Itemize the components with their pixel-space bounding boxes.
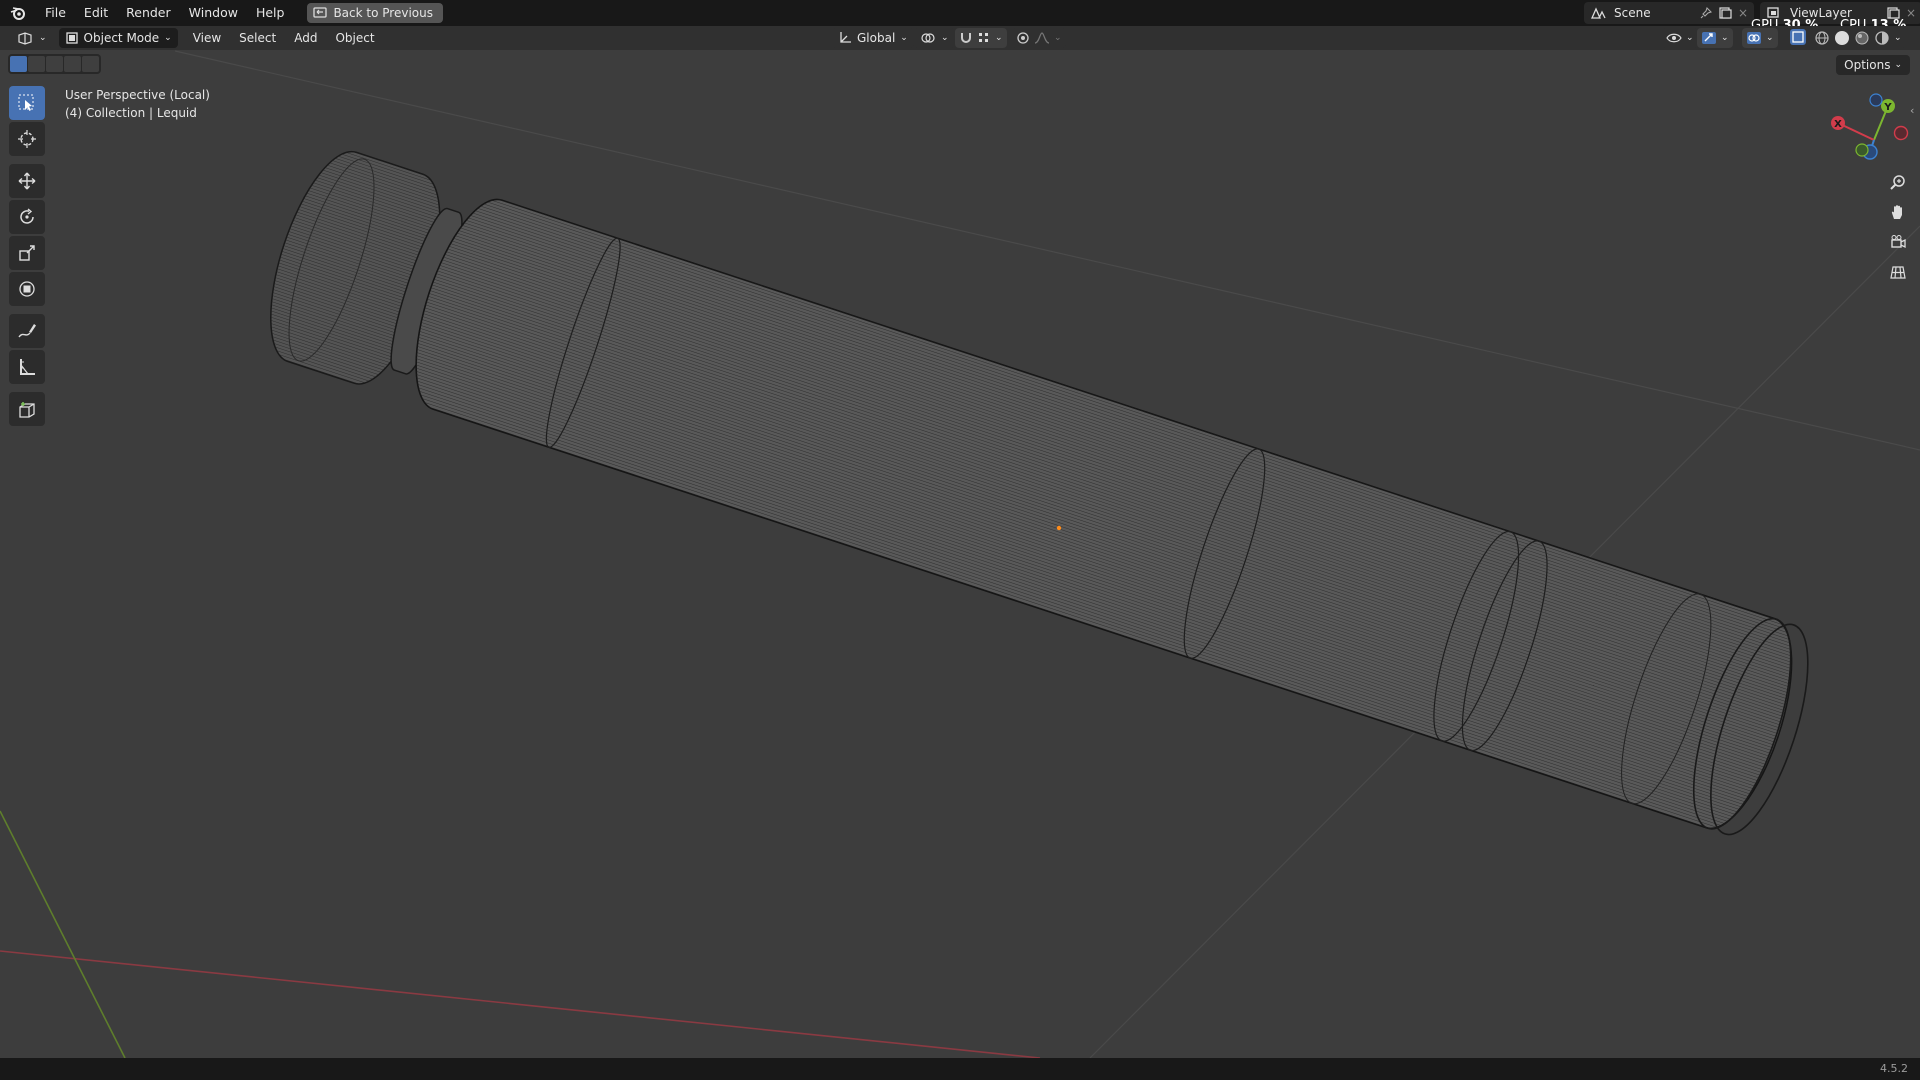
scale-tool[interactable] <box>9 236 45 270</box>
scene-name[interactable]: Scene <box>1614 6 1694 20</box>
blender-version: 4.5.2 <box>1880 1062 1908 1075</box>
move-tool[interactable] <box>9 164 45 198</box>
gizmo-neg-x-axis[interactable] <box>1893 125 1909 141</box>
options-label: Options <box>1844 58 1891 72</box>
camera-view-button[interactable] <box>1886 230 1910 254</box>
blender-logo-icon[interactable] <box>0 0 36 26</box>
delete-view-layer-icon[interactable]: × <box>1906 6 1916 20</box>
back-to-previous-button[interactable]: Back to Previous <box>307 3 443 23</box>
navigation-gizmo[interactable]: Y X <box>1828 92 1918 168</box>
delete-scene-icon[interactable]: × <box>1738 6 1748 20</box>
menu-edit[interactable]: Edit <box>75 0 117 26</box>
pan-view-button[interactable] <box>1886 200 1910 224</box>
measure-tool[interactable] <box>9 350 45 384</box>
viewport-scene[interactable] <box>0 26 1920 1058</box>
gizmo-neg-y-axis[interactable] <box>1855 143 1869 157</box>
transform-icon <box>19 281 35 297</box>
pin-icon[interactable] <box>1700 7 1712 19</box>
menu-file[interactable]: File <box>36 0 75 26</box>
camera-icon <box>1891 235 1906 249</box>
gizmo-x-label: X <box>1834 119 1842 130</box>
annotate-icon <box>18 324 36 338</box>
cursor-icon <box>18 130 36 148</box>
add-cube-icon <box>19 402 35 418</box>
selection-mode-buttons <box>8 54 101 74</box>
select-subtract-icon[interactable] <box>46 56 63 72</box>
select-box-tool[interactable] <box>9 86 45 120</box>
collection-object-text: (4) Collection | Lequid <box>65 106 197 120</box>
select-box-icon <box>18 94 34 111</box>
back-to-previous-label: Back to Previous <box>333 6 433 20</box>
view-perspective-text: User Perspective (Local) <box>65 88 210 102</box>
rotate-tool[interactable] <box>9 200 45 234</box>
select-extend-icon[interactable] <box>28 56 45 72</box>
menu-render[interactable]: Render <box>117 0 180 26</box>
rotate-icon <box>20 208 34 224</box>
grid-projection-icon <box>1890 266 1906 279</box>
select-intersect-icon[interactable] <box>82 56 99 72</box>
zoom-icon <box>1890 175 1905 190</box>
object-origin[interactable] <box>1056 525 1062 531</box>
transform-tool[interactable] <box>9 272 45 306</box>
move-icon <box>18 172 36 190</box>
options-dropdown[interactable]: Options ⌄ <box>1836 55 1910 75</box>
y-axis-line <box>0 810 126 1058</box>
measure-icon <box>20 359 35 375</box>
hand-icon <box>1891 205 1902 219</box>
select-invert-icon[interactable] <box>64 56 81 72</box>
add-cube-tool[interactable] <box>9 392 45 426</box>
top-bar: File Edit Render Window Help Back to Pre… <box>0 0 1920 26</box>
wireframe-tube[interactable] <box>250 140 1828 845</box>
tool-shelf <box>8 86 46 428</box>
x-axis-line <box>0 950 1041 1058</box>
new-scene-icon[interactable] <box>1718 7 1732 19</box>
zoom-view-button[interactable] <box>1886 170 1910 194</box>
status-bar: 4.5.2 <box>0 1058 1920 1080</box>
select-new-icon[interactable] <box>10 56 27 72</box>
scale-icon <box>19 245 35 261</box>
cursor-tool[interactable] <box>9 122 45 156</box>
menu-help[interactable]: Help <box>247 0 294 26</box>
menu-window[interactable]: Window <box>180 0 247 26</box>
scene-icon <box>1590 7 1606 19</box>
gizmo-neg-z-axis[interactable] <box>1869 93 1883 107</box>
annotate-tool[interactable] <box>9 314 45 348</box>
toggle-projection-button[interactable] <box>1886 260 1910 284</box>
scene-selector[interactable]: Scene × <box>1584 2 1754 24</box>
viewport-info: User Perspective (Local) (4) Collection … <box>65 86 210 122</box>
back-screen-icon <box>313 7 328 18</box>
chevron-down-icon: ⌄ <box>1894 60 1902 70</box>
gizmo-y-label: Y <box>1883 102 1892 113</box>
